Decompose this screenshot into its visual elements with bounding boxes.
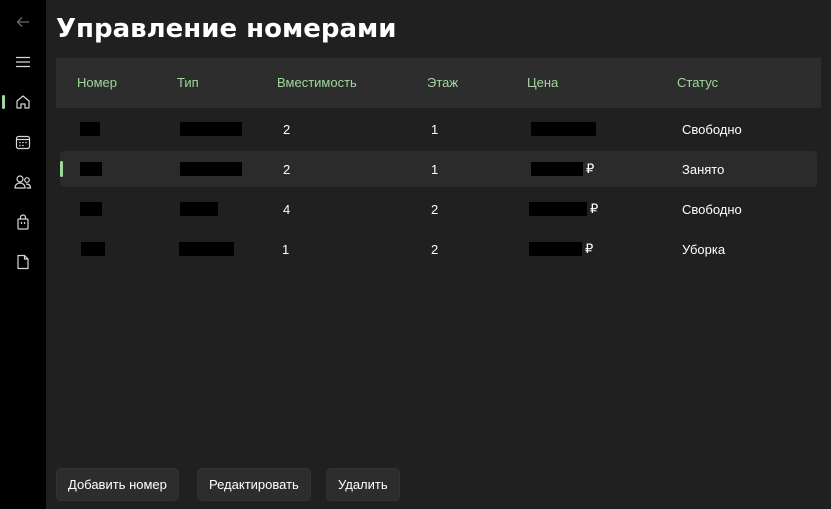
capacity-cell: 2 bbox=[283, 121, 291, 137]
shopping-bag-icon bbox=[17, 214, 29, 230]
price-cell: ₽ bbox=[529, 201, 598, 217]
nav-item-documents[interactable] bbox=[6, 245, 40, 279]
redacted-room-number bbox=[80, 162, 102, 176]
status-cell: Свободно bbox=[682, 121, 742, 137]
room-number-cell bbox=[80, 161, 102, 177]
column-header-number[interactable]: Номер bbox=[77, 75, 117, 90]
capacity-cell: 4 bbox=[283, 201, 291, 217]
capacity-cell: 1 bbox=[282, 241, 290, 257]
document-icon bbox=[17, 254, 29, 270]
people-icon bbox=[14, 175, 32, 189]
redacted-room-number bbox=[80, 122, 100, 136]
redacted-room-number bbox=[80, 202, 102, 216]
home-icon bbox=[16, 95, 30, 109]
back-button[interactable] bbox=[6, 5, 40, 39]
room-number-cell bbox=[81, 241, 105, 257]
column-header-floor[interactable]: Этаж bbox=[427, 75, 458, 90]
redacted-room-type bbox=[180, 202, 218, 216]
redacted-price bbox=[529, 242, 582, 256]
floor-cell: 2 bbox=[431, 241, 439, 257]
calendar-icon bbox=[15, 135, 31, 150]
price-cell: ₽ bbox=[529, 241, 593, 257]
floor-cell: 1 bbox=[431, 161, 439, 177]
capacity-cell: 2 bbox=[283, 161, 291, 177]
column-header-type[interactable]: Тип bbox=[177, 75, 199, 90]
currency-symbol: ₽ bbox=[590, 201, 599, 216]
column-header-price[interactable]: Цена bbox=[527, 75, 558, 90]
redacted-room-type bbox=[180, 122, 242, 136]
menu-toggle-button[interactable] bbox=[6, 45, 40, 79]
hamburger-menu-icon bbox=[16, 56, 30, 68]
table-row-selected[interactable]: 2 1 ₽ Занято bbox=[60, 151, 817, 187]
column-header-capacity[interactable]: Вместимость bbox=[277, 75, 357, 90]
status-cell: Свободно bbox=[682, 201, 742, 217]
room-type-cell bbox=[180, 201, 218, 217]
nav-sidebar bbox=[0, 0, 46, 509]
page-title: Управление номерами bbox=[56, 14, 397, 44]
status-cell: Занято bbox=[682, 161, 725, 177]
price-cell bbox=[531, 121, 599, 137]
price-cell: ₽ bbox=[531, 161, 594, 177]
floor-cell: 2 bbox=[431, 201, 439, 217]
room-type-cell bbox=[180, 121, 242, 137]
table-row[interactable]: 4 2 ₽ Свободно bbox=[60, 191, 817, 227]
nav-item-shop[interactable] bbox=[6, 205, 40, 239]
redacted-room-number bbox=[81, 242, 105, 256]
room-number-cell bbox=[80, 201, 102, 217]
currency-symbol: ₽ bbox=[586, 161, 595, 176]
edit-room-button[interactable]: Редактировать bbox=[197, 468, 311, 501]
floor-cell: 1 bbox=[431, 121, 439, 137]
room-number-cell bbox=[80, 121, 100, 137]
table-row[interactable]: 1 2 ₽ Уборка bbox=[60, 231, 817, 267]
currency-symbol: ₽ bbox=[585, 241, 594, 256]
nav-item-calendar[interactable] bbox=[6, 125, 40, 159]
delete-room-button[interactable]: Удалить bbox=[326, 468, 400, 501]
redacted-room-type bbox=[179, 242, 234, 256]
back-arrow-icon bbox=[16, 17, 29, 27]
main-content: Управление номерами Номер Тип Вместимост… bbox=[46, 0, 831, 509]
nav-item-guests[interactable] bbox=[6, 165, 40, 199]
table-header: Номер Тип Вместимость Этаж Цена Статус bbox=[56, 58, 821, 108]
status-cell: Уборка bbox=[682, 241, 726, 257]
room-type-cell bbox=[179, 241, 234, 257]
redacted-room-type bbox=[180, 162, 242, 176]
nav-item-home[interactable] bbox=[2, 85, 40, 119]
room-type-cell bbox=[180, 161, 242, 177]
add-room-button[interactable]: Добавить номер bbox=[56, 468, 179, 501]
redacted-price bbox=[529, 202, 587, 216]
redacted-price bbox=[531, 162, 583, 176]
table-row[interactable]: 2 1 Свободно bbox=[60, 111, 817, 147]
column-header-status[interactable]: Статус bbox=[677, 75, 718, 90]
redacted-price bbox=[531, 122, 596, 136]
